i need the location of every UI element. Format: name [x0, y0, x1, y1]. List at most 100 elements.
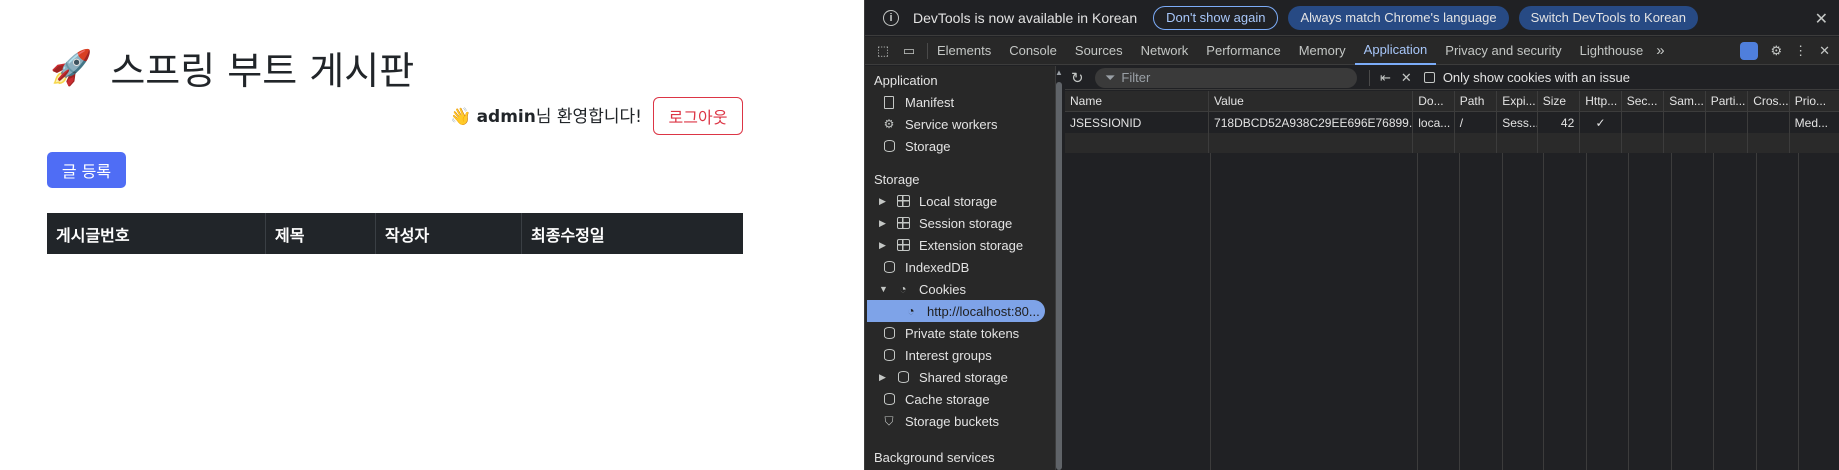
sidebar-item-storage-buckets[interactable]: ⛉ Storage buckets: [865, 410, 1045, 432]
sidebar-item-local-storage[interactable]: ▶ Local storage: [865, 190, 1045, 212]
table-icon: [895, 194, 911, 208]
tab-network[interactable]: Network: [1132, 37, 1198, 65]
ai-assistance-icon[interactable]: [1740, 42, 1759, 60]
scroll-up-arrow-icon[interactable]: ▲: [1055, 68, 1063, 77]
expand-arrow-icon[interactable]: ▶: [879, 372, 889, 383]
inspect-element-icon[interactable]: ⬚: [875, 43, 891, 59]
document-icon: [881, 95, 897, 109]
col-name[interactable]: Name: [1065, 91, 1210, 111]
cell-secure: [1622, 112, 1665, 133]
database-icon: [881, 260, 897, 274]
sidebar-scrollbar[interactable]: [1056, 82, 1062, 470]
sidebar-item-label: Cookies: [919, 281, 966, 297]
sidebar-item-label: Extension storage: [919, 237, 1024, 253]
sidebar-item-extension-storage[interactable]: ▶ Extension storage: [865, 234, 1045, 256]
page-title-text: 스프링 부트 게시판: [110, 49, 415, 93]
col-value[interactable]: Value: [1209, 91, 1414, 111]
sidebar-item-storage[interactable]: Storage: [865, 135, 1045, 157]
tab-privacy-security[interactable]: Privacy and security: [1436, 37, 1570, 65]
dont-show-again-button[interactable]: Don't show again: [1153, 5, 1279, 30]
filter-funnel-icon: ⏷: [1105, 69, 1116, 85]
cell-httponly: ✓: [1580, 112, 1622, 133]
tab-performance[interactable]: Performance: [1197, 37, 1289, 65]
gears-icon: ⚙: [883, 117, 895, 131]
sidebar-item-label: IndexedDB: [905, 259, 970, 275]
col-cross-site[interactable]: Cros...: [1748, 91, 1790, 111]
sidebar-item-label: Storage: [905, 138, 951, 154]
col-samesite[interactable]: Sam...: [1664, 91, 1706, 111]
sidebar-item-session-storage[interactable]: ▶ Session storage: [865, 212, 1045, 234]
always-match-language-button[interactable]: Always match Chrome's language: [1288, 5, 1509, 30]
sidebar-item-service-workers[interactable]: ⚙ Service workers: [865, 113, 1045, 135]
col-secure[interactable]: Sec...: [1622, 91, 1665, 111]
sidebar-item-cache-storage[interactable]: Cache storage: [865, 388, 1045, 410]
col-httponly[interactable]: Http...: [1580, 91, 1622, 111]
sidebar-item-label: Shared storage: [919, 369, 1008, 385]
cell-path: /: [1455, 112, 1498, 133]
cookie-icon: ◔: [899, 282, 907, 296]
tabbar-right-controls: ⚙ ⋮ ✕: [1740, 37, 1839, 65]
welcome-suffix: 님 환영합니다!: [535, 107, 642, 127]
sidebar-section-application: Application: [874, 73, 938, 88]
expand-arrow-icon[interactable]: ▶: [879, 240, 889, 251]
sidebar-item-private-state-tokens[interactable]: Private state tokens: [865, 322, 1045, 344]
bucket-icon: ⛉: [884, 413, 894, 428]
info-icon: i: [883, 9, 899, 26]
sidebar-item-cookies[interactable]: ▼ ◔ Cookies: [865, 278, 1045, 300]
cell-expires: Sess...: [1497, 112, 1538, 133]
sidebar-item-shared-storage[interactable]: ▶ Shared storage: [865, 366, 1045, 388]
col-priority[interactable]: Prio...: [1790, 91, 1839, 111]
col-partition[interactable]: Parti...: [1706, 91, 1749, 111]
col-expires[interactable]: Expi...: [1497, 91, 1538, 111]
col-size[interactable]: Size: [1538, 91, 1581, 111]
column-grid-lines: [1065, 153, 1839, 470]
cookies-toolbar: ↻ ⏷ Filter ⇤ ✕ Only show cookies with an…: [1065, 66, 1839, 90]
infobar-message: DevTools is now available in Korean: [913, 9, 1138, 26]
cookie-icon: ◔: [907, 304, 915, 318]
tab-console[interactable]: Console: [1000, 37, 1066, 65]
welcome-message: 👋 admin님 환영합니다!: [450, 102, 642, 127]
sidebar-item-indexeddb[interactable]: IndexedDB: [865, 256, 1045, 278]
page-title: 🚀 스프링 부트 게시판: [50, 40, 414, 95]
col-path[interactable]: Path: [1455, 91, 1498, 111]
sidebar-item-interest-groups[interactable]: Interest groups: [865, 344, 1045, 366]
table-row[interactable]: JSESSIONID 718DBCD52A938C29EE696E76899..…: [1065, 112, 1839, 133]
sidebar-item-label: Interest groups: [905, 347, 992, 363]
delete-selected-icon[interactable]: ✕: [1401, 70, 1412, 86]
tab-application[interactable]: Application: [1354, 37, 1437, 65]
close-devtools-icon[interactable]: ✕: [1819, 43, 1830, 59]
sidebar-item-label: Storage buckets: [905, 413, 999, 429]
sidebar-item-label: Private state tokens: [905, 325, 1020, 341]
device-toolbar-icon[interactable]: ▭: [901, 43, 917, 59]
filter-input[interactable]: ⏷ Filter: [1095, 67, 1357, 88]
cookies-panel: ↻ ⏷ Filter ⇤ ✕ Only show cookies with an…: [1065, 66, 1839, 470]
collapse-arrow-icon[interactable]: ▼: [879, 284, 889, 294]
sidebar-item-cookie-origin[interactable]: ◔ http://localhost:80...: [867, 300, 1045, 322]
tab-sources[interactable]: Sources: [1066, 37, 1132, 65]
devtools-tabbar: ⬚ ▭ Elements Console Sources Network Per…: [865, 37, 1839, 65]
tab-elements[interactable]: Elements: [928, 37, 1000, 65]
expand-arrow-icon[interactable]: ▶: [879, 218, 889, 229]
rocket-icon: 🚀: [50, 47, 93, 88]
cell-size: 42: [1538, 112, 1581, 133]
switch-to-korean-button[interactable]: Switch DevTools to Korean: [1518, 5, 1698, 30]
col-domain[interactable]: Do...: [1413, 91, 1455, 111]
clear-filtered-cookies-icon[interactable]: ⇤: [1380, 70, 1391, 86]
table-icon: [895, 238, 911, 252]
tab-lighthouse[interactable]: Lighthouse: [1571, 37, 1653, 65]
close-icon[interactable]: ✕: [1815, 9, 1828, 29]
cell-priority: Med...: [1794, 115, 1829, 130]
more-options-icon[interactable]: ⋮: [1794, 43, 1807, 59]
more-tabs-icon[interactable]: »: [1656, 42, 1664, 59]
sidebar-item-manifest[interactable]: Manifest: [865, 91, 1045, 113]
cell-domain: loca...: [1413, 112, 1455, 133]
expand-arrow-icon[interactable]: ▶: [879, 196, 889, 207]
logout-button[interactable]: 로그아웃: [653, 97, 743, 135]
refresh-icon[interactable]: ↻: [1071, 69, 1089, 87]
write-post-button[interactable]: 글 등록: [47, 152, 126, 188]
empty-table-row: [1065, 133, 1839, 153]
tab-memory[interactable]: Memory: [1290, 37, 1355, 65]
cell-value: 718DBCD52A938C29EE696E76899...: [1209, 112, 1414, 133]
only-issues-checkbox[interactable]: [1423, 72, 1435, 83]
settings-gear-icon[interactable]: ⚙: [1770, 43, 1782, 59]
